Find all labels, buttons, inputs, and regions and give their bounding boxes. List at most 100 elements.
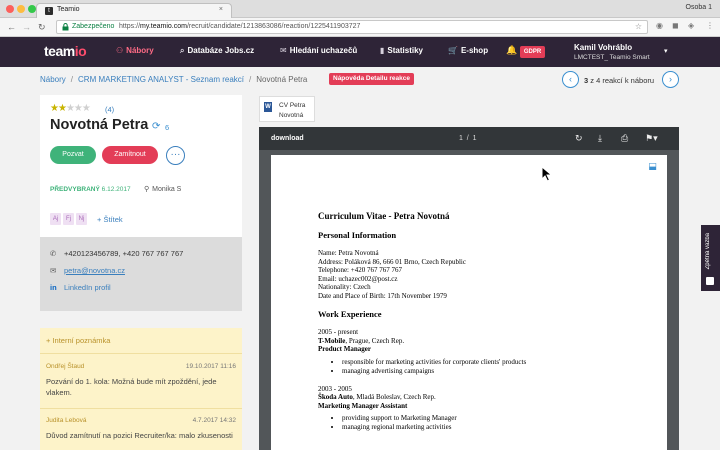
next-reaction-button[interactable]: › xyxy=(662,71,679,88)
stats-icon: ▮ xyxy=(380,46,385,55)
star-empty-icon[interactable]: ★ xyxy=(74,103,83,114)
back-arrow-icon[interactable]: ← xyxy=(7,22,16,32)
star-filled-icon[interactable]: ★ xyxy=(58,103,67,114)
tag-chip[interactable]: Nj xyxy=(76,213,87,225)
tag-chip[interactable]: Aj xyxy=(50,213,61,225)
nav-item-nabory[interactable]: ⚇ Nábory xyxy=(116,46,154,55)
close-window-icon[interactable] xyxy=(6,5,14,13)
nav-item-databaze[interactable]: ⌕ Databáze Jobs.cz xyxy=(180,46,254,56)
teamio-logo[interactable]: teamio xyxy=(44,43,87,59)
internal-notes-panel: + Interní poznámka Ondřej Štaud 19.10.20… xyxy=(40,328,242,450)
star-empty-icon[interactable]: ★ xyxy=(66,103,75,114)
gdpr-badge[interactable]: GDPR xyxy=(520,46,545,58)
cv-job-period: 2005 - present xyxy=(318,328,359,336)
nav-item-eshop[interactable]: 🛒 E-shop xyxy=(448,46,488,55)
user-name[interactable]: Kamil Vohráblo xyxy=(574,43,632,52)
phone-icon: ✆ xyxy=(50,249,57,258)
sync-count[interactable]: 6 xyxy=(165,123,169,132)
mail-icon: ✉ xyxy=(50,266,57,275)
reload-icon[interactable]: ↻ xyxy=(38,22,46,33)
forward-arrow-icon[interactable]: → xyxy=(22,22,31,32)
contact-linkedin[interactable]: in LinkedIn profil xyxy=(50,283,111,292)
bookmark-star-icon[interactable]: ☆ xyxy=(635,22,642,31)
note-text: Důvod zamítnutí na pozici Recruiter/ka: … xyxy=(46,431,233,440)
breadcrumb-current: Novotná Petra xyxy=(256,75,308,84)
add-note-button[interactable]: + Interní poznámka xyxy=(46,336,110,345)
note-text: Pozvání do 1. kola: Možná bude mít zpožd… xyxy=(46,377,217,397)
rating-stars[interactable]: ★★★★★ xyxy=(50,103,91,114)
viewer-page-indicator: 1 / 1 xyxy=(459,135,477,142)
extension-icon[interactable]: ◼ xyxy=(672,21,679,30)
chat-icon: ✉ xyxy=(280,46,287,55)
candidate-name: Novotná Petra xyxy=(50,117,149,133)
help-badge[interactable]: Nápověda Detailu reakce xyxy=(329,73,414,85)
save-to-profile-icon[interactable]: ⬓ xyxy=(646,161,659,174)
cv-line: Email: uchazec002@post.cz xyxy=(318,274,398,283)
tag-chip[interactable]: Fj xyxy=(63,213,74,225)
invite-button[interactable]: Pozvat xyxy=(50,146,96,164)
reject-button[interactable]: Zamítnout xyxy=(102,146,158,164)
candidate-status[interactable]: PŘEDVYBRANÝ 6.12.2017 xyxy=(50,186,131,193)
browser-tabstrip: t Teamio × Osoba 1 xyxy=(0,0,720,18)
user-menu-caret-icon[interactable]: ▾ xyxy=(664,47,668,55)
note-date: 19.10.2017 11:16 xyxy=(185,363,236,370)
pdf-page: ⬓ Curriculum Vitae - Petra Novotná Perso… xyxy=(271,155,667,450)
browser-profile[interactable]: Osoba 1 xyxy=(686,4,712,11)
nav-item-hledani[interactable]: ✉ Hledání uchazečů xyxy=(280,46,357,55)
cv-job-position: Marketing Manager Assistant xyxy=(318,401,408,410)
cv-duty: responsible for marketing activities for… xyxy=(342,358,648,367)
more-options-button[interactable]: ··· xyxy=(166,146,185,165)
breadcrumb-separator: / xyxy=(70,75,74,84)
tab-close-icon[interactable]: × xyxy=(219,6,223,13)
rating-count[interactable]: (4) xyxy=(105,105,114,114)
cv-job-period: 2003 - 2005 xyxy=(318,384,352,393)
breadcrumb-job[interactable]: CRM MARKETING ANALYST - Seznam reakcí xyxy=(78,75,244,84)
contact-email[interactable]: ✉ petra@novotna.cz xyxy=(50,266,125,275)
cv-line: Address: Poláková 86, 666 01 Brno, Czech… xyxy=(318,257,466,266)
cv-job-position: Product Manager xyxy=(318,345,371,353)
star-empty-icon[interactable]: ★ xyxy=(82,103,91,114)
pager-text: 3 z 4 reakcí k náboru xyxy=(584,76,655,85)
breadcrumb: Nábory / CRM MARKETING ANALYST - Seznam re… xyxy=(40,75,307,84)
file-tab-cv[interactable]: W CV Petra Novotná xyxy=(259,96,315,122)
cv-duty: providing support to Marketing Manager xyxy=(342,414,648,423)
extension-icon[interactable]: ◉ xyxy=(656,21,663,30)
browser-menu-icon[interactable]: ⋮ xyxy=(706,21,714,30)
linkedin-icon: in xyxy=(50,283,57,292)
secure-label: Zabezpečeno xyxy=(72,23,115,30)
mouse-cursor-icon xyxy=(541,166,553,182)
sync-icon[interactable]: ⟳ xyxy=(152,121,160,132)
note-author: Judita Lebová xyxy=(46,417,87,424)
contact-panel: ✆ +420123456789, +420 767 767 767 ✉ petra@… xyxy=(40,237,242,311)
app-navbar: teamio ⚇ Nábory ⌕ Databáze Jobs.cz ✉ Hledán… xyxy=(0,37,720,67)
maximize-window-icon[interactable] xyxy=(28,5,36,13)
star-filled-icon[interactable]: ★ xyxy=(50,103,59,114)
add-tag-button[interactable]: + Štítek xyxy=(97,215,123,224)
cv-duty: managing regional marketing activities xyxy=(342,423,648,432)
file-name: CV Petra Novotná xyxy=(279,102,306,119)
download-icon[interactable]: ⤓ xyxy=(598,133,602,144)
feedback-icon xyxy=(706,277,714,285)
url-text[interactable]: https://my.teamio.com/recruit/candidate/… xyxy=(119,23,360,30)
rotate-icon[interactable]: ↻ xyxy=(575,133,583,144)
cv-line: Date and Place of Birth: 17th November 1… xyxy=(318,291,447,300)
bell-icon[interactable]: 🔔 xyxy=(506,45,517,56)
cv-title: Curriculum Vitae - Petra Novotná xyxy=(318,211,450,221)
search-icon: ⌕ xyxy=(180,46,185,55)
candidate-owner[interactable]: ⚲ Monika S xyxy=(144,185,181,193)
address-bar[interactable]: Zabezpečeno https://my.teamio.com/recrui… xyxy=(56,20,648,34)
cv-job-company: Škoda Auto, Mladá Boleslav, Czech Rep. xyxy=(318,393,436,401)
breadcrumb-nabory[interactable]: Nábory xyxy=(40,75,66,84)
nav-item-statistiky[interactable]: ▮ Statistiky xyxy=(380,46,423,55)
extension-icon[interactable]: ◈ xyxy=(688,21,694,30)
minimize-window-icon[interactable] xyxy=(17,5,25,13)
browser-toolbar: ← → ↻ Zabezpečeno https://my.teamio.com/… xyxy=(0,18,720,37)
tag-list: Aj Fj Nj + Štítek xyxy=(50,213,123,225)
bookmark-icon[interactable]: ⚑▾ xyxy=(645,133,658,144)
browser-tab[interactable]: t Teamio × xyxy=(36,3,232,18)
prev-reaction-button[interactable]: ‹ xyxy=(562,71,579,88)
cv-section-heading: Personal Information xyxy=(318,230,397,240)
teamio-favicon-icon: t xyxy=(45,7,53,15)
feedback-tab[interactable]: Zpětná vazba xyxy=(701,225,720,291)
print-icon[interactable]: ⎙ xyxy=(621,133,628,144)
